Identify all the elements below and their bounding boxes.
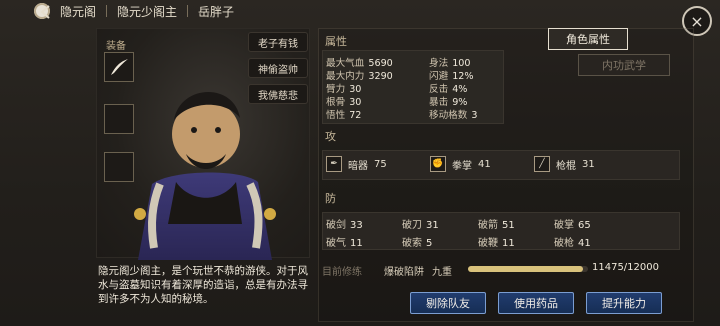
character-bio: 隐元阁少阁主，是个玩世不恭的游侠。对于风水与盗墓知识有着深厚的造诣，总是有办法寻… xyxy=(98,265,308,305)
attack-dart: ✒ 暗器 75 xyxy=(326,156,387,172)
tab-martial-arts[interactable]: 内功武学 xyxy=(578,54,670,76)
attack-fist: ✊ 拳掌 41 xyxy=(430,156,491,172)
divider xyxy=(106,5,108,17)
def-arrow: 破箭 51 xyxy=(478,220,515,231)
attr-wisdom: 悟性 72 xyxy=(326,110,362,121)
title-list: 老子有钱 神偷盗帅 我佛慈悲 xyxy=(248,32,308,104)
breadcrumb-clan: 隐元阁 xyxy=(60,4,97,19)
breadcrumb: 隐元阁 隐元少阁主 岳胖子 xyxy=(34,0,714,22)
title-item[interactable]: 我佛慈悲 xyxy=(248,84,308,104)
breadcrumb-name: 岳胖子 xyxy=(198,4,235,19)
dart-icon: ✒ xyxy=(326,156,342,172)
def-whip: 破鞭 11 xyxy=(478,238,515,249)
cultivation-skill: 爆破陷阱 xyxy=(384,266,424,278)
remove-teammate-button[interactable]: 剔除队友 xyxy=(410,292,486,314)
attack-title: 攻 xyxy=(325,130,336,143)
character-screen: { "header": { "crumbs": ["隐元阁", "隐元少阁主",… xyxy=(0,0,720,326)
feather-weapon-icon xyxy=(111,59,128,75)
attr-agility: 身法 100 xyxy=(429,58,471,69)
def-sword: 破剑 33 xyxy=(326,220,363,231)
spear-icon: ╱ xyxy=(534,156,550,172)
upgrade-button[interactable]: 提升能力 xyxy=(586,292,662,314)
def-palm: 破掌 65 xyxy=(554,220,591,231)
cultivation-label: 目前修练 xyxy=(322,266,362,278)
attr-dodge: 闪避 12% xyxy=(429,71,474,82)
attr-critical: 暴击 9% xyxy=(429,97,468,108)
attack-spear: ╱ 枪棍 31 xyxy=(534,156,595,172)
back-icon[interactable] xyxy=(36,2,56,22)
attributes-title: 属性 xyxy=(325,35,347,48)
divider xyxy=(187,5,189,17)
defense-title: 防 xyxy=(325,192,336,205)
fist-icon: ✊ xyxy=(430,156,446,172)
breadcrumb-role: 隐元少阁主 xyxy=(117,4,178,19)
cultivation-progress-fill xyxy=(468,266,583,272)
cultivation-progress-text: 11475/12000 xyxy=(592,262,659,273)
attr-max-mp: 最大内力 3290 xyxy=(326,71,393,82)
use-item-button[interactable]: 使用药品 xyxy=(498,292,574,314)
equip-label: 装备 xyxy=(106,41,126,52)
def-spear: 破枪 41 xyxy=(554,238,591,249)
attr-max-hp: 最大气血 5690 xyxy=(326,58,393,69)
title-item[interactable]: 老子有钱 xyxy=(248,32,308,52)
attr-move: 移动格数 3 xyxy=(429,110,478,121)
def-blade: 破刀 31 xyxy=(402,220,439,231)
attr-counter: 反击 4% xyxy=(429,84,468,95)
def-qi: 破气 11 xyxy=(326,238,363,249)
cultivation-level: 九重 xyxy=(432,266,452,278)
title-item[interactable]: 神偷盗帅 xyxy=(248,58,308,78)
tab-attributes[interactable]: 角色属性 xyxy=(548,28,628,50)
attr-strength: 臂力 30 xyxy=(326,84,362,95)
attr-constitution: 根骨 30 xyxy=(326,97,362,108)
def-rope: 破索 5 xyxy=(402,238,433,249)
cultivation-progress-bar xyxy=(468,266,588,272)
